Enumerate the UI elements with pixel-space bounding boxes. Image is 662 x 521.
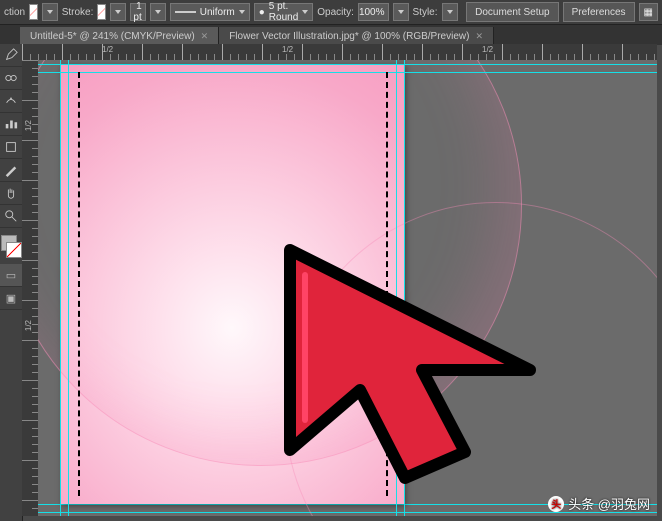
- watermark-logo-icon: 头: [548, 496, 564, 512]
- close-icon[interactable]: ✕: [475, 31, 483, 42]
- stroke-weight-field[interactable]: 1 pt: [130, 3, 146, 21]
- watermark: 头 头条 @羽兔网: [548, 494, 650, 513]
- watermark-text: 头条 @羽兔网: [568, 494, 650, 513]
- align-dropdown[interactable]: ▦: [639, 3, 658, 21]
- artboard-tool[interactable]: [0, 136, 22, 159]
- selection-edge: [78, 72, 80, 496]
- opacity-field[interactable]: 100%: [358, 3, 389, 21]
- document-setup-button[interactable]: Document Setup: [466, 2, 559, 22]
- tab-flower[interactable]: Flower Vector Illustration.jpg* @ 100% (…: [219, 27, 494, 45]
- opacity-dropdown[interactable]: [393, 3, 409, 21]
- guide-line[interactable]: [38, 72, 657, 73]
- guide-line[interactable]: [60, 60, 61, 516]
- zoom-tool[interactable]: [0, 205, 22, 228]
- stroke-swatch[interactable]: [97, 4, 106, 20]
- brush-profile-dropdown[interactable]: Uniform: [170, 3, 250, 21]
- ruler-tick-label: 1/2: [24, 320, 33, 331]
- stroke-label: Stroke:: [62, 7, 94, 18]
- document-tabs: Untitled-5* @ 241% (CMYK/Preview) ✕ Flow…: [0, 25, 662, 45]
- hand-tool[interactable]: [0, 182, 22, 205]
- ruler-tick-label: 1/2: [482, 45, 493, 54]
- horizontal-ruler[interactable]: 1/2 1/2 1/2: [22, 44, 657, 61]
- ruler-tick-label: 1/2: [24, 120, 33, 131]
- fill-swatch[interactable]: [29, 4, 38, 20]
- selection-edge: [386, 72, 388, 496]
- screen-mode-icon[interactable]: ▣: [0, 287, 22, 310]
- variable-width-dropdown[interactable]: ●5 pt. Round: [254, 3, 314, 21]
- selection-label: ction: [4, 7, 25, 18]
- vertical-ruler[interactable]: 1/2 1/2: [22, 60, 39, 516]
- canvas[interactable]: [38, 60, 657, 516]
- guide-line[interactable]: [68, 60, 69, 516]
- guide-line[interactable]: [38, 64, 657, 65]
- tab-label: Untitled-5* @ 241% (CMYK/Preview): [30, 31, 195, 42]
- slice-tool[interactable]: [0, 159, 22, 182]
- ruler-tick-label: 1/2: [282, 45, 293, 54]
- tab-untitled[interactable]: Untitled-5* @ 241% (CMYK/Preview) ✕: [20, 27, 219, 45]
- style-label: Style:: [413, 7, 438, 18]
- ruler-tick-label: 1/2: [102, 45, 113, 54]
- close-icon[interactable]: ✕: [201, 31, 209, 42]
- blend-tool[interactable]: [0, 67, 22, 90]
- style-dropdown[interactable]: [442, 3, 459, 21]
- stroke-weight-dropdown[interactable]: [150, 3, 166, 21]
- tab-label: Flower Vector Illustration.jpg* @ 100% (…: [229, 31, 469, 42]
- guide-line[interactable]: [396, 60, 397, 516]
- symbol-tool[interactable]: [0, 90, 22, 113]
- tools-panel: ▭ ▣: [0, 44, 23, 521]
- stroke-dropdown[interactable]: [110, 3, 126, 21]
- graph-tool[interactable]: [0, 113, 22, 136]
- guide-line[interactable]: [404, 60, 405, 516]
- eyedropper-tool[interactable]: [0, 44, 22, 67]
- preferences-button[interactable]: Preferences: [563, 2, 635, 22]
- opacity-label: Opacity:: [317, 7, 354, 18]
- options-bar: ction Stroke: 1 pt Uniform ●5 pt. Round …: [0, 0, 662, 25]
- fill-stroke-swatches[interactable]: [0, 234, 22, 264]
- fill-dropdown[interactable]: [42, 3, 58, 21]
- color-mode-icon[interactable]: ▭: [0, 264, 22, 287]
- stroke-color-icon[interactable]: [6, 242, 22, 258]
- artboard[interactable]: [60, 64, 404, 504]
